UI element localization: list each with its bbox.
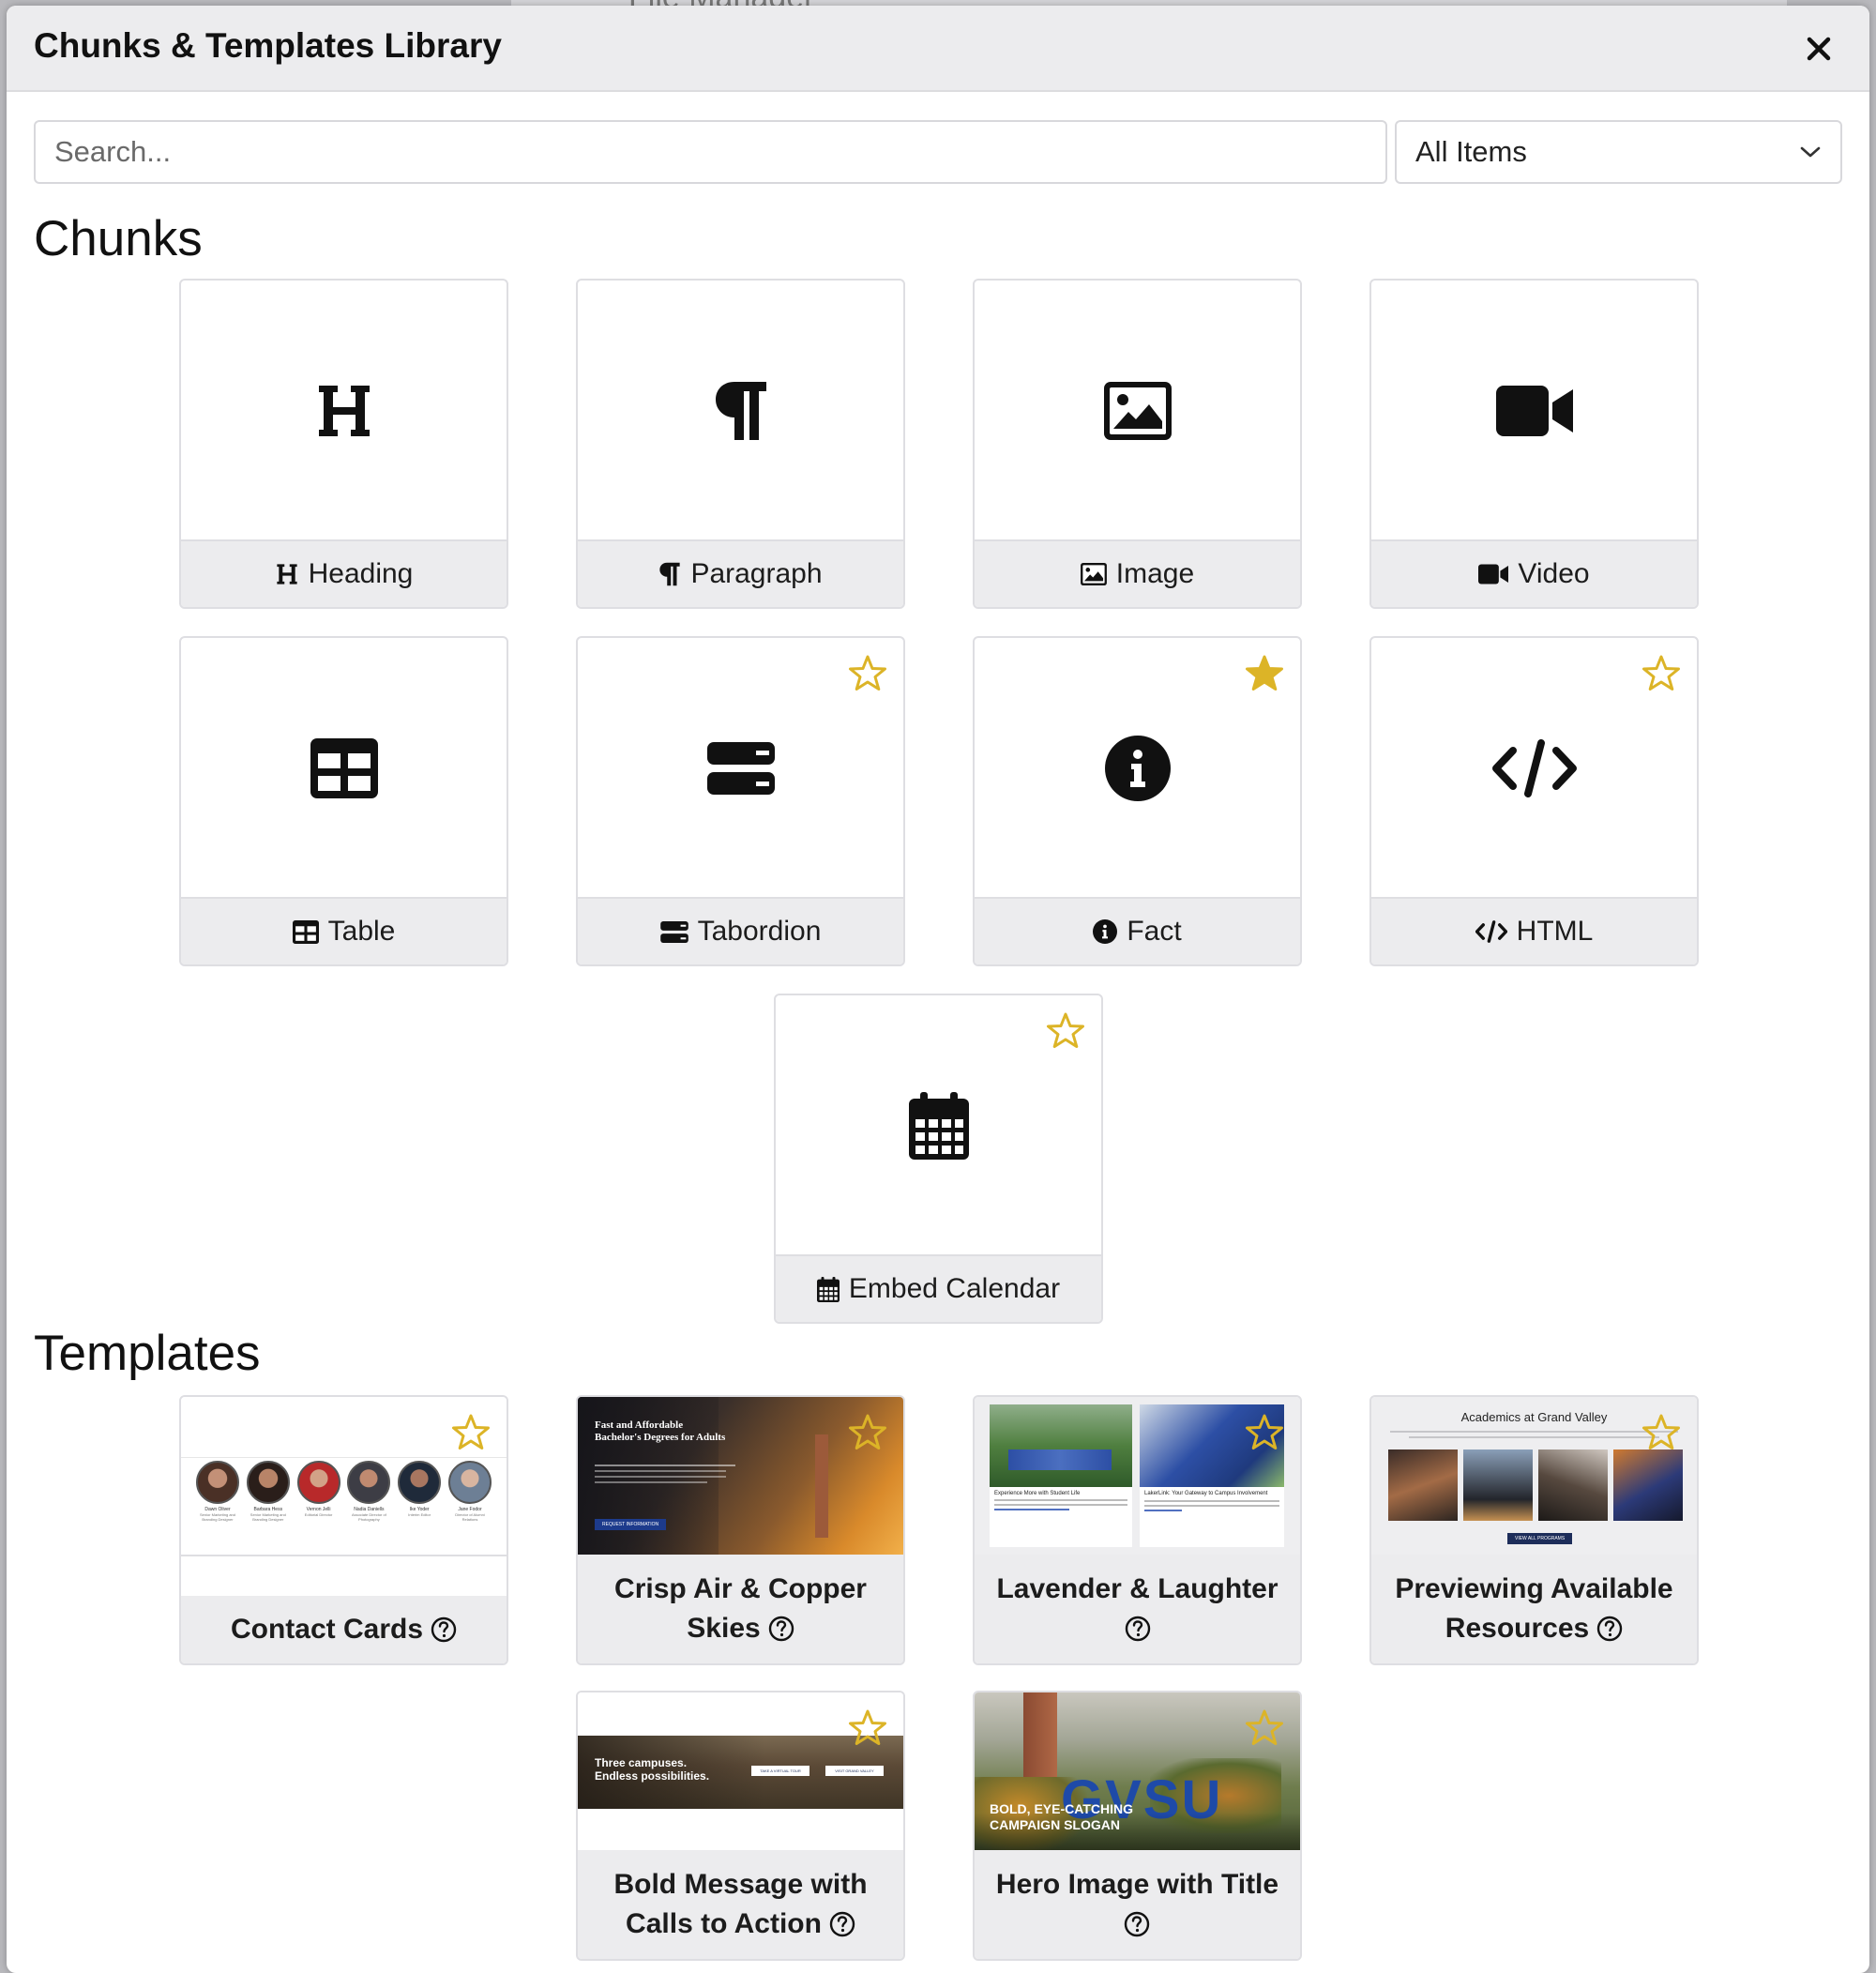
search-row: All Items bbox=[34, 120, 1842, 184]
image-icon bbox=[1103, 382, 1172, 440]
filter-select[interactable]: All Items bbox=[1395, 120, 1842, 184]
heading-icon bbox=[276, 564, 297, 584]
template-card-lavender-laughter[interactable]: Experience More with Student Life LakerL… bbox=[973, 1395, 1302, 1665]
template-label-text: Crisp Air & Copper Skies bbox=[614, 1573, 867, 1644]
chunk-card-fact[interactable]: Fact bbox=[973, 636, 1302, 966]
templates-section-title: Templates bbox=[34, 1326, 261, 1381]
help-circle-icon[interactable] bbox=[829, 1911, 855, 1937]
chunk-label: Heading bbox=[181, 539, 507, 607]
help-circle-icon[interactable] bbox=[1125, 1616, 1151, 1642]
template-card-bold-message[interactable]: Three campuses. Endless possibilities. T… bbox=[576, 1691, 905, 1961]
chevron-down-icon bbox=[1800, 146, 1821, 158]
chunk-label: HTML bbox=[1371, 897, 1697, 964]
library-modal: Chunks & Templates Library All Items Chu… bbox=[7, 6, 1869, 1973]
chunk-card-html[interactable]: HTML bbox=[1369, 636, 1699, 966]
table-icon bbox=[292, 919, 319, 944]
favorite-star-icon[interactable] bbox=[1244, 1707, 1285, 1749]
close-icon bbox=[1807, 37, 1831, 61]
tabordion-icon bbox=[659, 920, 688, 943]
chunk-label: Video bbox=[1371, 539, 1697, 607]
calendar-icon bbox=[816, 1276, 840, 1302]
modal-title: Chunks & Templates Library bbox=[34, 26, 502, 65]
favorite-star-icon[interactable] bbox=[847, 1412, 888, 1453]
chunk-label: Image bbox=[975, 539, 1300, 607]
chunk-label-text: HTML bbox=[1516, 916, 1594, 947]
code-icon bbox=[1491, 739, 1577, 797]
image-icon bbox=[1080, 563, 1107, 585]
help-circle-icon[interactable] bbox=[1124, 1911, 1150, 1937]
modal-header: Chunks & Templates Library bbox=[7, 6, 1869, 92]
filter-select-value: All Items bbox=[1415, 135, 1527, 168]
template-label-text: Hero Image with Title bbox=[995, 1869, 1279, 1900]
template-label: Contact Cards bbox=[181, 1596, 507, 1663]
chunk-card-tabordion[interactable]: Tabordion bbox=[576, 636, 905, 966]
favorite-star-icon[interactable] bbox=[847, 1707, 888, 1749]
favorite-star-icon[interactable] bbox=[1244, 653, 1285, 694]
template-label: Hero Image with Title bbox=[975, 1850, 1300, 1959]
chunk-card-image[interactable]: Image bbox=[973, 279, 1302, 609]
template-card-hero-image[interactable]: GVSU BOLD, EYE-CATCHING CAMPAIGN SLOGAN … bbox=[973, 1691, 1302, 1961]
chunk-card-video[interactable]: Video bbox=[1369, 279, 1699, 609]
favorite-star-icon[interactable] bbox=[1641, 1412, 1682, 1453]
favorite-star-icon[interactable] bbox=[847, 653, 888, 694]
chunk-label-text: Image bbox=[1115, 558, 1195, 589]
chunk-label: Embed Calendar bbox=[776, 1254, 1101, 1322]
chunk-label-text: Heading bbox=[308, 558, 414, 589]
info-circle-icon bbox=[1104, 736, 1171, 801]
close-button[interactable] bbox=[1798, 28, 1839, 69]
template-label-text: Lavender & Laughter bbox=[996, 1573, 1278, 1604]
heading-icon bbox=[318, 386, 370, 436]
favorite-star-icon[interactable] bbox=[1244, 1412, 1285, 1453]
favorite-star-icon[interactable] bbox=[450, 1412, 492, 1453]
video-icon bbox=[1478, 564, 1509, 584]
chunk-label: Paragraph bbox=[578, 539, 903, 607]
template-card-contact-cards[interactable]: Dawn Oliver Senior Marketing and Brandin… bbox=[179, 1395, 508, 1665]
help-circle-icon[interactable] bbox=[431, 1616, 457, 1643]
search-input[interactable] bbox=[34, 120, 1387, 184]
code-icon bbox=[1475, 920, 1507, 943]
template-label: Bold Message with Calls to Action bbox=[578, 1850, 903, 1959]
favorite-star-icon[interactable] bbox=[1641, 653, 1682, 694]
template-card-crisp-air[interactable]: Fast and Affordable Bachelor's Degrees f… bbox=[576, 1395, 905, 1665]
chunk-card-table[interactable]: Table bbox=[179, 636, 508, 966]
paragraph-icon bbox=[659, 562, 681, 586]
table-icon bbox=[310, 738, 378, 798]
chunk-label: Table bbox=[181, 897, 507, 964]
template-label-text: Contact Cards bbox=[230, 1614, 424, 1645]
chunk-label-text: Paragraph bbox=[690, 558, 823, 589]
template-label-text: Previewing Available Resources bbox=[1395, 1573, 1673, 1644]
chunk-card-heading[interactable]: Heading bbox=[179, 279, 508, 609]
help-circle-icon[interactable] bbox=[1596, 1616, 1623, 1642]
template-label: Previewing Available Resources bbox=[1371, 1555, 1697, 1663]
help-circle-icon[interactable] bbox=[768, 1616, 794, 1642]
chunk-label-text: Tabordion bbox=[697, 916, 822, 947]
chunk-label-text: Video bbox=[1518, 558, 1590, 589]
chunk-label: Tabordion bbox=[578, 897, 903, 964]
chunks-section-title: Chunks bbox=[34, 211, 203, 266]
chunk-label-text: Table bbox=[327, 916, 396, 947]
video-icon bbox=[1495, 386, 1573, 436]
chunk-label-text: Fact bbox=[1127, 916, 1182, 947]
chunk-card-paragraph[interactable]: Paragraph bbox=[576, 279, 905, 609]
chunk-label: Fact bbox=[975, 897, 1300, 964]
template-label: Crisp Air & Copper Skies bbox=[578, 1555, 903, 1663]
info-circle-icon bbox=[1093, 919, 1118, 944]
template-card-previewing-resources[interactable]: Academics at Grand Valley VIEW ALL PROGR… bbox=[1369, 1395, 1699, 1665]
chunk-label-text: Embed Calendar bbox=[848, 1273, 1061, 1304]
calendar-icon bbox=[908, 1092, 969, 1160]
template-label: Lavender & Laughter bbox=[975, 1555, 1300, 1663]
tabordion-icon bbox=[706, 742, 775, 795]
chunk-card-embed-calendar[interactable]: Embed Calendar bbox=[774, 994, 1103, 1324]
paragraph-icon bbox=[715, 382, 766, 440]
favorite-star-icon[interactable] bbox=[1045, 1010, 1086, 1052]
